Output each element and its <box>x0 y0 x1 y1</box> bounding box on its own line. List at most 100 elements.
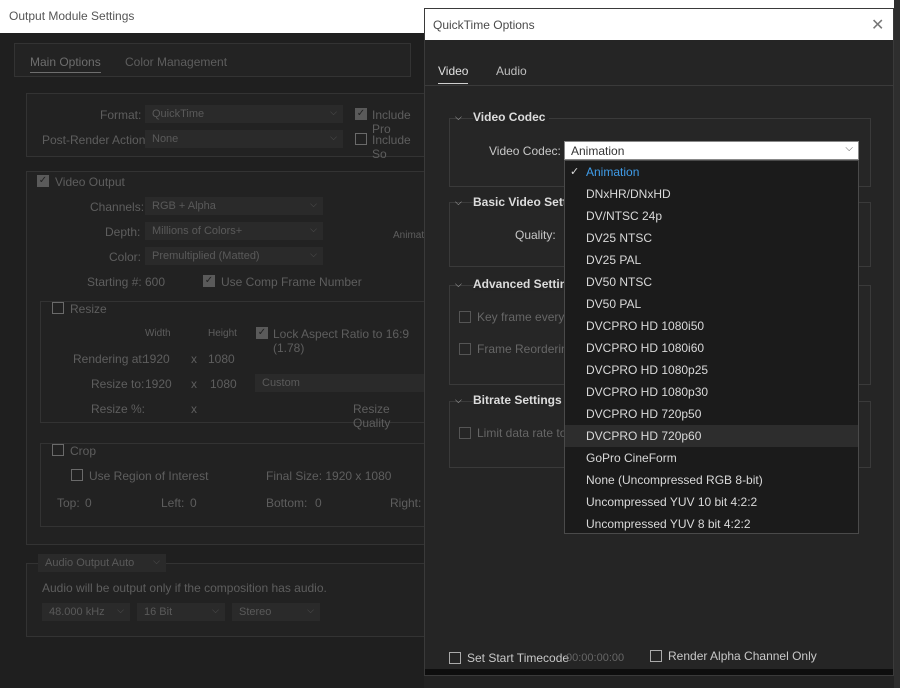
width-header: Width <box>145 328 171 339</box>
resize-height[interactable]: 1080 <box>210 377 237 391</box>
key-frame-label: Key frame every <box>477 310 565 324</box>
video-codec-heading: Video Codec <box>473 110 550 124</box>
channels-select[interactable]: RGB + Alpha ⌵ <box>145 197 323 215</box>
quicktime-titlebar: QuickTime Options ✕ <box>425 9 893 40</box>
crop-panel <box>40 443 426 527</box>
resize-quality-label: Resize Quality <box>353 402 391 430</box>
codec-option-label: DVCPRO HD 720p50 <box>586 407 702 421</box>
codec-option[interactable]: DV25 NTSC <box>565 227 858 249</box>
audio-output-select[interactable]: Audio Output Auto ⌵ <box>38 554 166 572</box>
tab-color-management[interactable]: Color Management <box>125 55 227 69</box>
frame-reordering-label: Frame Reordering <box>477 342 575 356</box>
chevron-down-icon[interactable]: ⌵ <box>455 279 462 290</box>
resize-x: x <box>191 377 197 391</box>
codec-option-label: DV25 PAL <box>586 253 642 267</box>
video-output-checkbox[interactable]: ✓ <box>37 175 49 187</box>
crop-checkbox[interactable] <box>52 444 64 456</box>
codec-option[interactable]: DVCPRO HD 1080p30 <box>565 381 858 403</box>
codec-option-label: Animation <box>586 165 640 179</box>
chevron-down-icon: ⌵ <box>845 143 853 154</box>
resize-to-label: Resize to: <box>91 377 145 391</box>
close-icon[interactable]: ✕ <box>871 15 884 35</box>
resize-preset-select[interactable]: Custom <box>255 374 424 392</box>
output-module-title: Output Module Settings <box>9 9 135 23</box>
codec-option[interactable]: DV/NTSC 24p <box>565 205 858 227</box>
lock-aspect-label: Lock Aspect Ratio to 16:9 (1.78) <box>273 327 410 355</box>
codec-option[interactable]: None (Uncompressed RGB 8-bit) <box>565 469 858 491</box>
codec-option-label: DV50 PAL <box>586 297 642 311</box>
chevron-down-icon: ⌵ <box>212 605 219 615</box>
codec-option[interactable]: DV50 NTSC <box>565 271 858 293</box>
codec-option-label: DVCPRO HD 1080p25 <box>586 363 709 377</box>
checkmark-icon: ✓ <box>570 166 580 178</box>
chevron-down-icon: ⌵ <box>330 107 337 117</box>
codec-option[interactable]: DVCPRO HD 1080i50 <box>565 315 858 337</box>
quality-label: Quality: <box>515 228 556 242</box>
codec-option-label: DV50 NTSC <box>586 275 653 289</box>
video-codec-select[interactable]: Animation ⌵ <box>564 141 859 160</box>
advanced-settings-heading: Advanced Setting <box>473 277 579 291</box>
resize-checkbox[interactable] <box>52 302 64 314</box>
video-codec-label: Video Codec: <box>489 144 561 158</box>
channels-label: Channels: <box>90 200 145 214</box>
tab-main-options[interactable]: Main Options <box>30 55 101 73</box>
format-select[interactable]: QuickTime ⌵ <box>145 105 343 123</box>
depth-select[interactable]: Millions of Colors+ ⌵ <box>145 222 323 240</box>
limit-data-rate-checkbox[interactable] <box>459 427 471 439</box>
render-alpha-only-checkbox[interactable] <box>650 650 662 662</box>
chevron-down-icon[interactable]: ⌵ <box>455 395 462 406</box>
bit-depth-select[interactable]: 16 Bit ⌵ <box>137 603 225 621</box>
tab-audio[interactable]: Audio <box>496 64 527 78</box>
include-source-label: Include So <box>372 133 411 161</box>
dialog-bottom-bar <box>425 669 893 675</box>
color-select[interactable]: Premultiplied (Matted) ⌵ <box>145 247 323 265</box>
key-frame-checkbox[interactable] <box>459 311 471 323</box>
codec-option[interactable]: DVCPRO HD 1080p25 <box>565 359 858 381</box>
top-value[interactable]: 0 <box>85 496 92 510</box>
chevron-down-icon[interactable]: ⌵ <box>455 112 462 123</box>
render-alpha-only-label: Render Alpha Channel Only <box>668 649 817 663</box>
depth-value: Millions of Colors+ <box>152 225 243 237</box>
chevron-down-icon[interactable]: ⌵ <box>455 197 462 208</box>
left-value[interactable]: 0 <box>190 496 197 510</box>
frame-reordering-checkbox[interactable] <box>459 343 471 355</box>
tab-video[interactable]: Video <box>438 64 469 84</box>
codec-option[interactable]: DVCPRO HD 1080i60 <box>565 337 858 359</box>
chevron-down-icon: ⌵ <box>153 556 160 566</box>
set-start-timecode-checkbox[interactable] <box>449 652 461 664</box>
use-roi-checkbox[interactable] <box>71 469 83 481</box>
codec-option[interactable]: DVCPRO HD 720p50 <box>565 403 858 425</box>
post-render-select[interactable]: None ⌵ <box>145 130 343 148</box>
starting-value[interactable]: 600 <box>145 275 165 289</box>
include-source-checkbox[interactable] <box>355 133 367 145</box>
codec-option[interactable]: DNxHR/DNxHD <box>565 183 858 205</box>
include-project-label: Include Pro <box>372 108 411 136</box>
bottom-value[interactable]: 0 <box>315 496 322 510</box>
codec-option-label: Uncompressed YUV 8 bit 4:2:2 <box>586 517 751 531</box>
codec-option[interactable]: Uncompressed YUV 8 bit 4:2:2 <box>565 513 858 535</box>
codec-option[interactable]: DV50 PAL <box>565 293 858 315</box>
color-label: Color: <box>109 250 142 264</box>
codec-option[interactable]: DVCPRO HD 720p60 <box>565 425 858 447</box>
sample-rate-select[interactable]: 48.000 kHz ⌵ <box>42 603 130 621</box>
codec-option[interactable]: ✓ Animation <box>565 161 858 183</box>
audio-channels-select[interactable]: Stereo ⌵ <box>232 603 320 621</box>
codec-option-label: None (Uncompressed RGB 8-bit) <box>586 473 763 487</box>
codec-option-label: DVCPRO HD 1080p30 <box>586 385 709 399</box>
codec-option[interactable]: Uncompressed YUV 10 bit 4:2:2 <box>565 491 858 513</box>
left-label: Left: <box>161 496 185 510</box>
resize-width[interactable]: 1920 <box>145 377 172 391</box>
video-codec-value: Animation <box>571 144 625 158</box>
start-timecode-value[interactable]: 00:00:00:00 <box>566 652 624 664</box>
use-comp-frame-checkbox[interactable]: ✓ <box>203 275 215 287</box>
lock-aspect-checkbox[interactable]: ✓ <box>256 327 268 339</box>
codec-option-label: DVCPRO HD 1080i60 <box>586 341 705 355</box>
codec-option[interactable]: DV25 PAL <box>565 249 858 271</box>
chevron-down-icon: ⌵ <box>117 605 124 615</box>
include-project-checkbox[interactable]: ✓ <box>355 108 367 120</box>
codec-option[interactable]: GoPro CineForm <box>565 447 858 469</box>
chevron-down-icon: ⌵ <box>310 224 317 234</box>
final-size-label: Final Size: 1920 x 1080 <box>266 469 392 483</box>
chevron-down-icon: ⌵ <box>330 132 337 142</box>
channels-value: RGB + Alpha <box>152 200 216 212</box>
